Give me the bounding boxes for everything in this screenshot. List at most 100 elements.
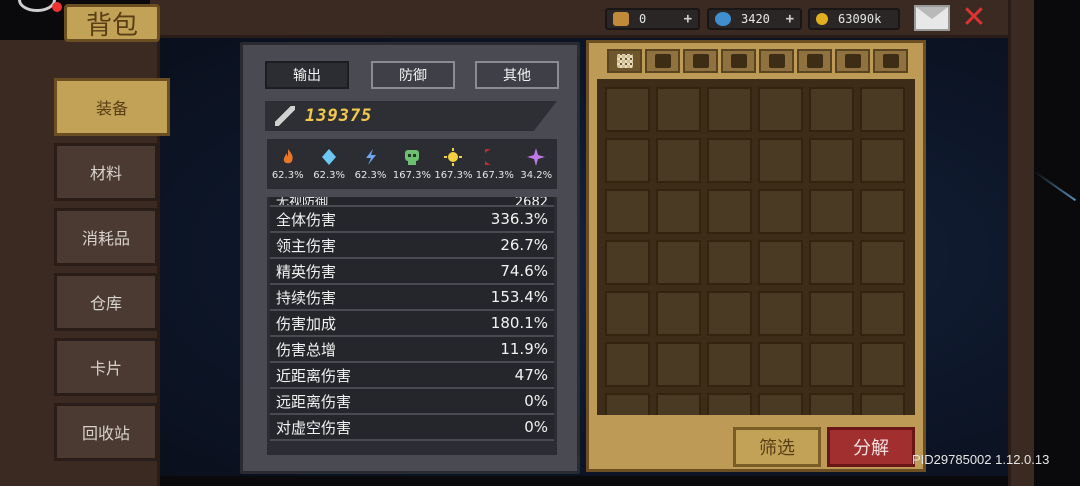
inventory-slot[interactable] [860, 138, 905, 183]
tab-output[interactable]: 输出 [265, 61, 349, 89]
category-armor[interactable] [721, 49, 756, 73]
inventory-slot[interactable] [656, 189, 701, 234]
add-gem-button[interactable]: + [786, 11, 794, 27]
inventory-slot[interactable] [605, 393, 650, 415]
stat-name: 对虚空伤害 [276, 418, 352, 437]
tab-label: 其他 [503, 68, 531, 84]
mail-icon[interactable] [914, 5, 950, 31]
category-all[interactable] [607, 49, 642, 73]
shooting-star [1033, 170, 1077, 202]
inventory-slot[interactable] [758, 342, 803, 387]
category-helmet[interactable] [683, 49, 718, 73]
decompose-button[interactable]: 分解 [827, 427, 915, 467]
inventory-slot[interactable] [656, 138, 701, 183]
stat-row: 远距离伤害 0% [270, 389, 554, 415]
inventory-slot[interactable] [758, 189, 803, 234]
inventory-slot[interactable] [809, 291, 854, 336]
inventory-slot[interactable] [707, 87, 752, 132]
stat-row: 近距离伤害 47% [270, 363, 554, 389]
stat-value: 180.1% [490, 314, 548, 332]
filter-button[interactable]: 筛选 [733, 427, 821, 467]
category-misc[interactable] [873, 49, 908, 73]
inventory-slot[interactable] [860, 291, 905, 336]
inventory-slot[interactable] [758, 138, 803, 183]
sidebar-tab-label: 回收站 [81, 424, 130, 443]
inventory-slot[interactable] [809, 240, 854, 285]
stat-row: 持续伤害 153.4% [270, 285, 554, 311]
stat-row: 伤害总增 11.9% [270, 337, 554, 363]
tab-defense[interactable]: 防御 [371, 61, 455, 89]
inventory-slot[interactable] [605, 291, 650, 336]
inventory-slot[interactable] [860, 189, 905, 234]
stats-panel: 输出 防御 其他 139375 62.3% 62.3% 62.3% 167.3%… [240, 42, 580, 474]
sidebar-tab-consumables[interactable]: 消耗品 [54, 208, 158, 266]
inventory-slot[interactable] [605, 87, 650, 132]
inventory-slot[interactable] [860, 87, 905, 132]
inventory-slot[interactable] [809, 138, 854, 183]
sidebar-tab-recycle[interactable]: 回收站 [54, 403, 158, 461]
combat-power-bar: 139375 [265, 101, 557, 131]
inventory-slot[interactable] [656, 240, 701, 285]
element-ice: 62.3% [310, 147, 348, 181]
currency-coin: 63090k [808, 8, 900, 30]
sidebar-tab-equipment[interactable]: 装备 [54, 78, 170, 136]
inventory-slot[interactable] [758, 87, 803, 132]
page-title: 背包 [85, 10, 138, 41]
sidebar-tab-label: 消耗品 [81, 229, 130, 248]
element-dark: 167.3% [476, 147, 514, 181]
stat-row: 领主伤害 26.7% [270, 233, 554, 259]
boots-icon [768, 54, 785, 68]
all-grid-icon [616, 54, 633, 68]
inventory-slot[interactable] [758, 393, 803, 415]
inventory-slot[interactable] [860, 393, 905, 415]
category-ring[interactable] [797, 49, 832, 73]
inventory-slot[interactable] [656, 87, 701, 132]
stat-value: 47% [514, 366, 548, 384]
helmet-icon [692, 54, 709, 68]
inventory-slot[interactable] [605, 138, 650, 183]
inventory-slot[interactable] [809, 87, 854, 132]
add-lute-button[interactable]: + [684, 11, 692, 27]
inventory-slot[interactable] [809, 342, 854, 387]
element-value: 167.3% [434, 170, 473, 181]
inventory-slot[interactable] [707, 138, 752, 183]
inventory-slot[interactable] [758, 291, 803, 336]
tab-other[interactable]: 其他 [475, 61, 559, 89]
inventory-slot[interactable] [605, 240, 650, 285]
combat-power-value: 139375 [305, 106, 373, 126]
inventory-slot[interactable] [707, 393, 752, 415]
inventory-slot[interactable] [707, 189, 752, 234]
decompose-button-label: 分解 [853, 438, 889, 459]
inventory-slot[interactable] [656, 393, 701, 415]
inventory-slot[interactable] [707, 240, 752, 285]
inventory-slot[interactable] [860, 240, 905, 285]
element-value: 167.3% [392, 170, 432, 181]
inventory-slot[interactable] [707, 291, 752, 336]
inventory-slot[interactable] [809, 189, 854, 234]
inventory-grid[interactable] [597, 79, 915, 415]
weapon-icon [654, 54, 671, 68]
inventory-slot[interactable] [656, 291, 701, 336]
element-value: 62.3% [271, 170, 304, 181]
sidebar-tab-warehouse[interactable]: 仓库 [54, 273, 158, 331]
stat-name: 全体伤害 [276, 210, 337, 229]
poison-skull-icon [404, 150, 419, 165]
tab-label: 防御 [399, 68, 427, 84]
category-amulet[interactable] [835, 49, 870, 73]
sidebar-tab-cards[interactable]: 卡片 [54, 338, 158, 396]
inventory-slot[interactable] [809, 393, 854, 415]
armor-icon [730, 54, 747, 68]
inventory-slot[interactable] [605, 189, 650, 234]
category-weapon[interactable] [645, 49, 680, 73]
stat-list[interactable]: 无视防御 2682 全体伤害 336.3% 领主伤害 26.7% 精英伤害 74… [267, 197, 557, 455]
inventory-slot[interactable] [707, 342, 752, 387]
inventory-slot[interactable] [860, 342, 905, 387]
inventory-slot[interactable] [605, 342, 650, 387]
stat-name: 无视防御 [276, 197, 329, 207]
close-icon[interactable]: ✕ [958, 2, 990, 34]
inventory-slot[interactable] [758, 240, 803, 285]
sidebar-tab-materials[interactable]: 材料 [54, 143, 158, 201]
inventory-slot[interactable] [656, 342, 701, 387]
category-boots[interactable] [759, 49, 794, 73]
stat-value: 336.3% [490, 210, 548, 228]
